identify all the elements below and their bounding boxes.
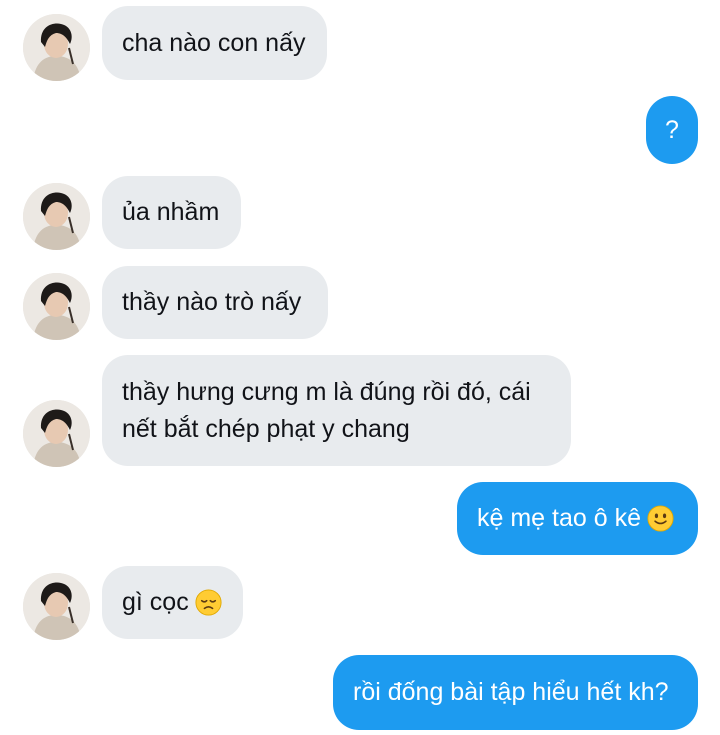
avatar-photo <box>23 273 90 340</box>
message-text: ? <box>665 115 679 144</box>
avatar-photo <box>23 183 90 250</box>
avatar-photo <box>23 14 90 81</box>
disappointed-face-icon <box>195 589 222 616</box>
slightly-smiling-face-icon <box>647 505 674 532</box>
message-bubble-incoming[interactable]: ủa nhầm <box>102 176 241 249</box>
contact-avatar[interactable] <box>23 14 90 81</box>
message-text: cha nào con nấy <box>122 28 306 57</box>
avatar-photo <box>23 573 90 640</box>
chat-thread: cha nào con nấy ? ủa nhầm thầy nào trò n… <box>0 0 720 735</box>
message-bubble-incoming[interactable]: gì cọc <box>102 566 243 639</box>
message-text: kệ mẹ tao ô kê <box>477 504 641 532</box>
message-bubble-outgoing[interactable]: rồi đống bài tập hiểu hết kh? <box>333 655 698 730</box>
message-text-line: thầy hưng cưng m là đúng rồi đó, cái <box>122 377 531 406</box>
message-bubble-outgoing[interactable]: ? <box>646 96 698 164</box>
message-text: ủa nhầm <box>122 198 220 226</box>
contact-avatar[interactable] <box>23 573 90 640</box>
message-text: rồi đống bài tập hiểu hết kh? <box>353 678 669 706</box>
message-bubble-incoming[interactable]: thầy hưng cưng m là đúng rồi đó, cái nết… <box>102 355 571 466</box>
avatar-photo <box>23 400 90 467</box>
message-text: thầy nào trò nấy <box>122 288 302 316</box>
message-bubble-incoming[interactable]: thầy nào trò nấy <box>102 266 328 339</box>
message-text: gì cọc <box>122 588 189 616</box>
message-bubble-incoming[interactable]: cha nào con nấy <box>102 6 327 80</box>
contact-avatar[interactable] <box>23 400 90 467</box>
contact-avatar[interactable] <box>23 273 90 340</box>
message-text-line: nết bắt chép phạt y chang <box>122 414 410 443</box>
message-bubble-outgoing[interactable]: kệ mẹ tao ô kê <box>457 482 698 555</box>
contact-avatar[interactable] <box>23 183 90 250</box>
